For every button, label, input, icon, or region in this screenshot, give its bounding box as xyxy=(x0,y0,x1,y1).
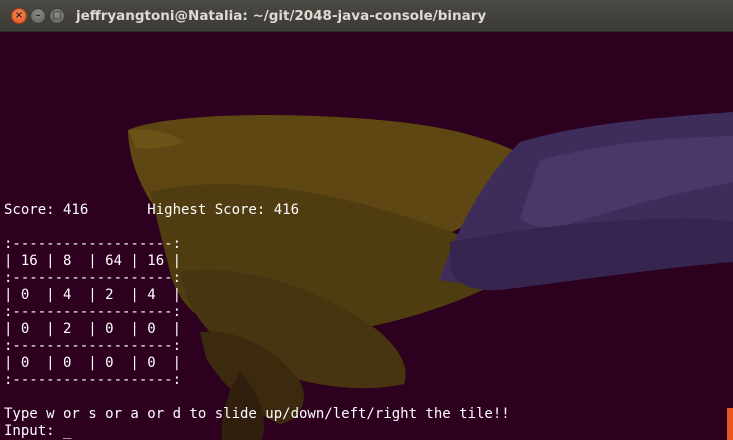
terminal-window: × – □ jeffryangtoni@Natalia: ~/git/2048-… xyxy=(0,0,733,440)
scrollbar-thumb[interactable] xyxy=(727,408,733,440)
instruction-line: Type w or s or a or d to slide up/down/l… xyxy=(4,406,510,422)
minimize-button[interactable]: – xyxy=(30,8,46,24)
board-row: | 16 | 8 | 64 | 16 | xyxy=(4,253,182,269)
maximize-button[interactable]: □ xyxy=(49,8,65,24)
board-separator: :-------------------: xyxy=(4,304,182,320)
close-icon: × xyxy=(14,10,24,21)
minimize-icon: – xyxy=(35,10,41,21)
window-title: jeffryangtoni@Natalia: ~/git/2048-java-c… xyxy=(76,8,487,24)
maximize-icon: □ xyxy=(52,10,62,21)
terminal-area[interactable]: Score: 416 Highest Score: 416 :---------… xyxy=(0,32,733,440)
board-row: | 0 | 0 | 0 | 0 | xyxy=(4,355,182,371)
score-line: Score: 416 Highest Score: 416 xyxy=(4,202,300,218)
board-separator: :-------------------: xyxy=(4,270,182,286)
board-separator: :-------------------: xyxy=(4,372,182,388)
close-button[interactable]: × xyxy=(11,8,27,24)
board-row: | 0 | 2 | 0 | 0 | xyxy=(4,321,182,337)
board-separator: :-------------------: xyxy=(4,236,182,252)
input-prompt[interactable]: Input: _ xyxy=(4,423,71,440)
title-bar[interactable]: × – □ jeffryangtoni@Natalia: ~/git/2048-… xyxy=(0,0,733,32)
board-row: | 0 | 4 | 2 | 4 | xyxy=(4,287,182,303)
board-separator: :-------------------: xyxy=(4,338,182,354)
